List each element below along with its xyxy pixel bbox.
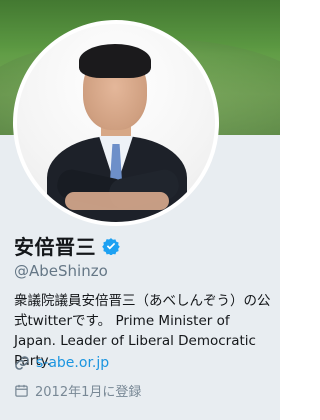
profile-page: 安倍晋三 @AbeShinzo 衆議院議員安倍晋三（あべしんぞう）の公式twit… [0, 0, 280, 420]
avatar[interactable] [13, 20, 219, 226]
calendar-icon [14, 383, 29, 398]
avatar-hands [65, 192, 169, 210]
user-handle: @AbeShinzo [14, 262, 108, 280]
website-link[interactable]: s-abe.or.jp [36, 355, 109, 371]
display-name: 安倍晋三 [14, 235, 96, 259]
verified-badge-icon [102, 237, 120, 256]
joined-row: 2012年1月に登録 [14, 381, 141, 400]
avatar-hair [79, 44, 151, 78]
website-row: s-abe.or.jp [14, 355, 109, 371]
name-row: 安倍晋三 [14, 231, 120, 260]
joined-date: 2012年1月に登録 [35, 385, 142, 400]
link-icon [14, 355, 30, 371]
